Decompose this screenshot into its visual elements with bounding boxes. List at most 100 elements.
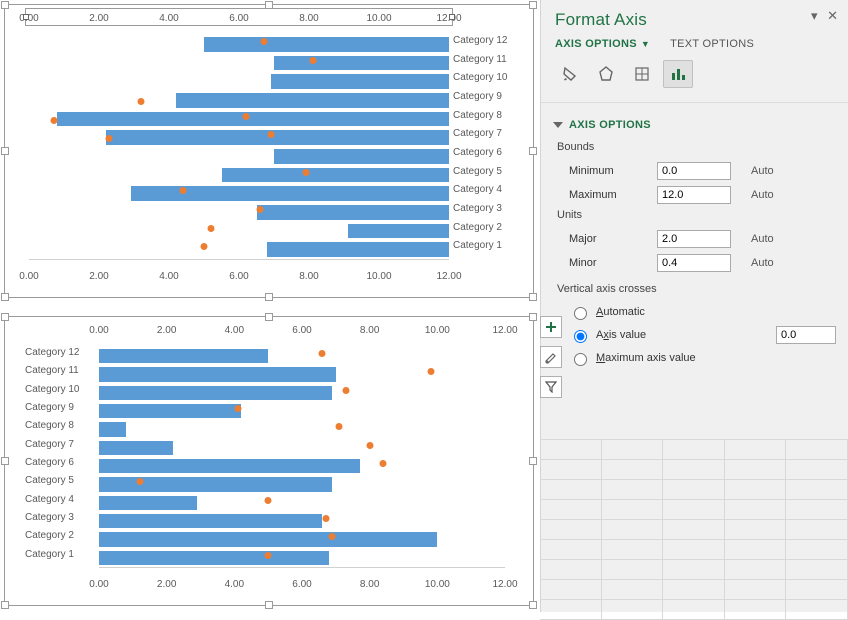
vc-axis-value-label[interactable]: Axis value [596,329,646,341]
grid-cell[interactable] [663,500,725,520]
resize-handle[interactable] [529,293,537,301]
data-bar[interactable] [99,514,322,528]
data-point[interactable] [138,98,145,105]
data-point[interactable] [322,515,329,522]
major-auto-button[interactable]: Auto [747,231,778,247]
grid-cell[interactable] [663,440,725,460]
data-point[interactable] [329,533,336,540]
minimum-auto-button[interactable]: Auto [747,163,778,179]
grid-cell[interactable] [540,600,602,620]
pane-dropdown-icon[interactable]: ▾ [811,8,818,23]
resize-handle[interactable] [1,293,9,301]
data-point[interactable] [243,113,250,120]
data-point[interactable] [201,243,208,250]
data-bar[interactable] [204,37,449,52]
data-bar[interactable] [274,56,449,71]
grid-cell[interactable] [786,560,848,580]
data-bar[interactable] [106,130,449,145]
grid-cell[interactable] [725,540,787,560]
chart-filters-button[interactable] [540,376,562,398]
data-bar[interactable] [176,93,449,108]
data-point[interactable] [106,135,113,142]
data-bar[interactable] [267,242,449,257]
vc-maximum-radio[interactable] [574,353,587,366]
resize-handle[interactable] [1,601,9,609]
data-point[interactable] [366,442,373,449]
grid-cell[interactable] [725,520,787,540]
axis-options-icon[interactable] [663,60,693,88]
data-bar[interactable] [274,149,449,164]
chart-bottom[interactable]: 0.002.004.006.008.0010.0012.000.002.004.… [4,316,534,606]
minimum-input[interactable] [657,162,731,180]
data-point[interactable] [180,187,187,194]
grid-cell[interactable] [540,480,602,500]
size-properties-icon[interactable] [627,60,657,88]
grid-cell[interactable] [725,600,787,620]
grid-cell[interactable] [725,580,787,600]
data-bar[interactable] [99,532,437,546]
chart-top[interactable]: 0.002.004.006.008.0010.0012.000.002.004.… [4,4,534,298]
grid-cell[interactable] [725,460,787,480]
grid-cell[interactable] [786,440,848,460]
minor-input[interactable] [657,254,731,272]
data-bar[interactable] [99,459,360,473]
data-point[interactable] [234,405,241,412]
vc-maximum-label[interactable]: Maximum axis value [596,352,696,364]
effects-icon[interactable] [591,60,621,88]
resize-handle[interactable] [529,147,537,155]
resize-handle[interactable] [265,313,273,321]
resize-handle[interactable] [1,313,9,321]
grid-cell[interactable] [786,480,848,500]
vc-axis-value-input[interactable] [776,326,836,344]
grid-cell[interactable] [602,480,664,500]
grid-cell[interactable] [602,500,664,520]
data-bar[interactable] [131,186,450,201]
data-bar[interactable] [99,496,197,510]
chart-elements-button[interactable] [540,316,562,338]
data-point[interactable] [208,225,215,232]
data-bar[interactable] [99,367,336,381]
data-point[interactable] [302,169,309,176]
data-point[interactable] [136,478,143,485]
data-bar[interactable] [99,422,126,436]
maximum-auto-button[interactable]: Auto [747,187,778,203]
grid-cell[interactable] [663,520,725,540]
resize-handle[interactable] [1,1,9,9]
data-bar[interactable] [99,404,241,418]
data-bar[interactable] [348,224,450,239]
data-point[interactable] [265,552,272,559]
resize-handle[interactable] [529,1,537,9]
grid-cell[interactable] [663,600,725,620]
grid-cell[interactable] [602,560,664,580]
minor-auto-button[interactable]: Auto [747,255,778,271]
data-point[interactable] [50,117,57,124]
data-point[interactable] [342,387,349,394]
resize-handle[interactable] [529,601,537,609]
data-bar[interactable] [222,168,450,183]
grid-cell[interactable] [540,520,602,540]
grid-cell[interactable] [725,560,787,580]
data-point[interactable] [309,57,316,64]
tab-axis-options[interactable]: AXIS OPTIONS ▼ [555,38,650,50]
data-bar[interactable] [257,205,450,220]
data-bar[interactable] [99,477,332,491]
data-point[interactable] [267,131,274,138]
resize-handle[interactable] [529,457,537,465]
grid-cell[interactable] [725,440,787,460]
grid-cell[interactable] [540,500,602,520]
grid-cell[interactable] [663,460,725,480]
data-point[interactable] [336,423,343,430]
maximum-input[interactable] [657,186,731,204]
data-point[interactable] [260,38,267,45]
pane-close-icon[interactable]: ✕ [827,8,838,23]
section-axis-options[interactable]: AXIS OPTIONS [553,115,836,139]
data-point[interactable] [265,497,272,504]
grid-cell[interactable] [602,540,664,560]
resize-handle[interactable] [1,147,9,155]
data-bar[interactable] [99,441,173,455]
vc-automatic-label[interactable]: Automatic [596,306,645,318]
fill-line-icon[interactable] [555,60,585,88]
grid-cell[interactable] [663,480,725,500]
tab-text-options[interactable]: TEXT OPTIONS [670,38,754,50]
data-bar[interactable] [57,112,449,127]
